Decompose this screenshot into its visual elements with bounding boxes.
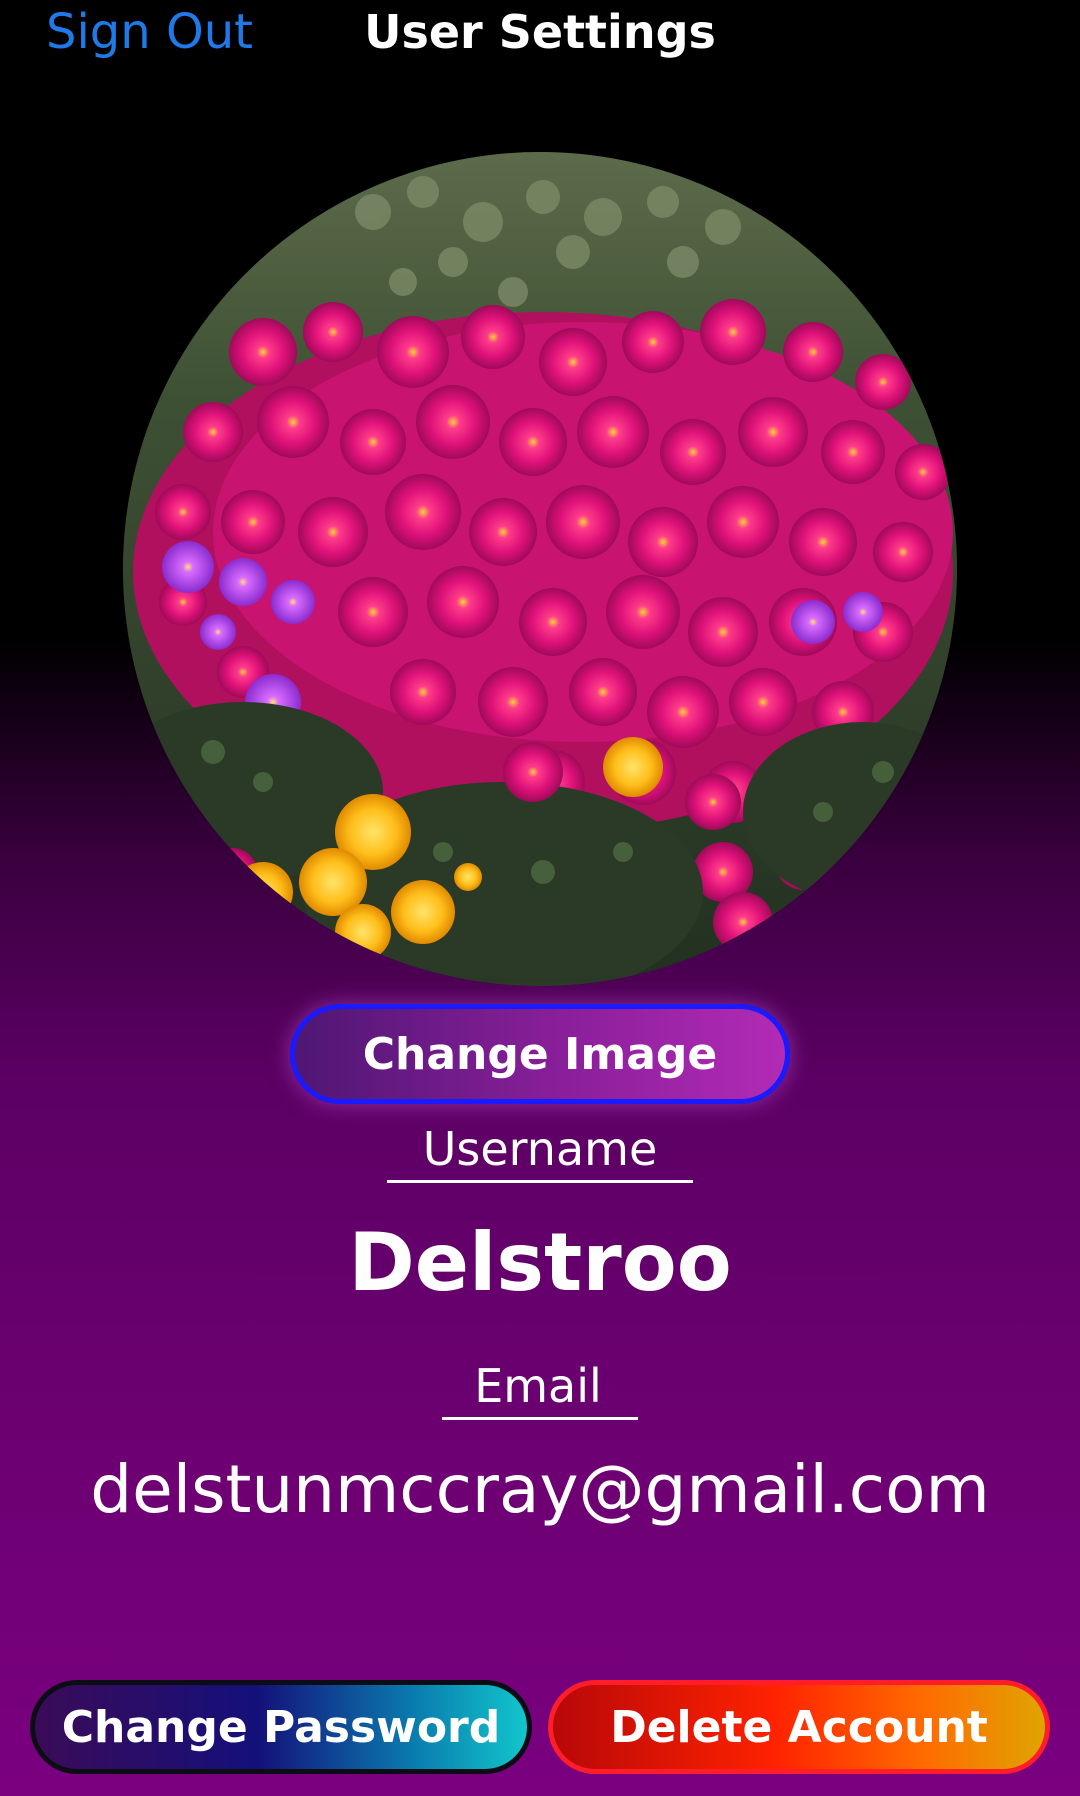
top-bar: Sign Out User Settings	[0, 0, 1080, 70]
change-image-button[interactable]: Change Image	[290, 1004, 790, 1104]
page-title: User Settings	[364, 5, 716, 59]
username-label: Username	[0, 1120, 1080, 1183]
change-password-button[interactable]: Change Password	[30, 1680, 532, 1774]
email-value: delstunmccray@gmail.com	[90, 1451, 990, 1528]
email-label: Email	[0, 1357, 1080, 1420]
username-value: Delstroo	[348, 1216, 732, 1309]
profile-image	[123, 152, 957, 986]
email-label-text: Email	[442, 1357, 638, 1420]
delete-account-button[interactable]: Delete Account	[548, 1680, 1050, 1774]
username-label-text: Username	[386, 1120, 694, 1183]
